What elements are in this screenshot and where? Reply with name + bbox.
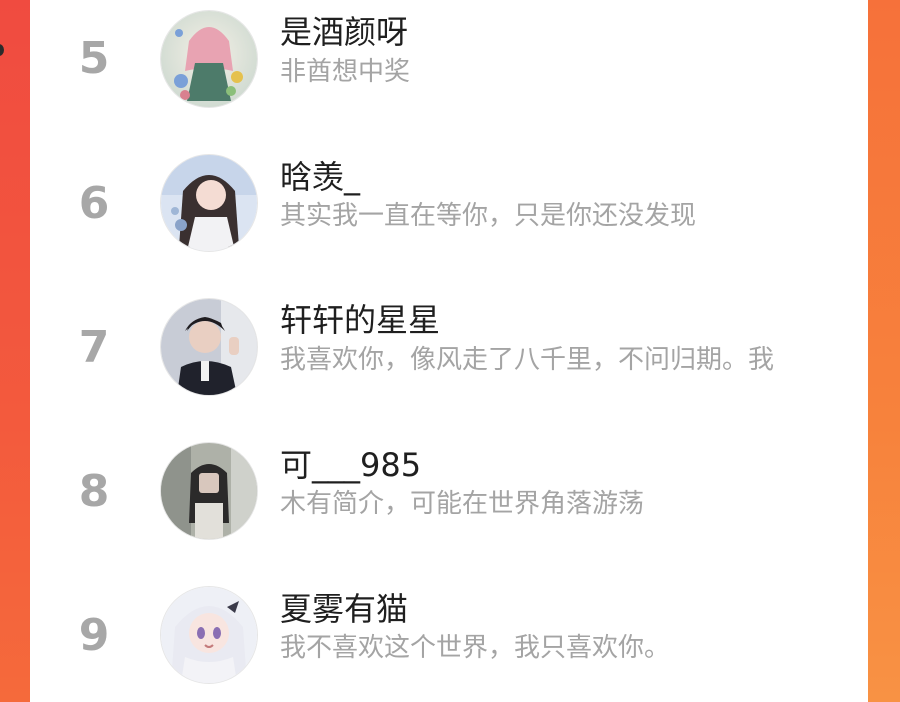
user-bio: 其实我一直在等你，只是你还没发现 (280, 201, 697, 231)
avatar[interactable] (160, 154, 258, 252)
user-name[interactable]: 是酒颜呀 (280, 14, 408, 50)
rank-number: 8 (78, 466, 110, 517)
leaderboard-list: 5 是酒颜呀 非酋想中奖 6 晗羡_ 其实我一直在等你，只是你还没发现 7 轩轩… (30, 0, 868, 702)
list-item[interactable]: 6 晗羡_ 其实我一直在等你，只是你还没发现 (30, 144, 868, 264)
user-bio: 我不喜欢这个世界，我只喜欢你。 (280, 633, 671, 663)
user-bio: 我喜欢你，像风走了八千里，不问归期。我 (280, 345, 775, 375)
avatar-anime-girl-flowers-icon (161, 11, 257, 107)
avatar[interactable] (160, 586, 258, 684)
right-frame-border (868, 0, 900, 702)
leaderboard-panel: 5 是酒颜呀 非酋想中奖 6 晗羡_ 其实我一直在等你，只是你还没发现 7 轩轩… (30, 0, 868, 702)
rank-number: 5 (78, 33, 110, 84)
rank-number: 7 (78, 322, 110, 373)
user-name[interactable]: 轩轩的星星 (280, 302, 440, 338)
user-bio: 非酋想中奖 (280, 57, 411, 87)
avatar-girl-photo-icon (161, 443, 257, 539)
edge-mark (0, 44, 4, 56)
list-item[interactable]: 7 轩轩的星星 我喜欢你，像风走了八千里，不问归期。我 (30, 288, 868, 408)
avatar[interactable] (160, 298, 258, 396)
avatar-anime-girl-white-hair-icon (161, 587, 257, 683)
avatar-boy-photo-icon (161, 299, 257, 395)
user-name[interactable]: 夏雾有猫 (280, 591, 408, 627)
rank-number: 6 (78, 178, 110, 229)
rank-number: 9 (78, 610, 110, 661)
list-item[interactable]: 5 是酒颜呀 非酋想中奖 (30, 0, 868, 120)
left-frame-border (0, 0, 30, 702)
list-item[interactable]: 8 可___985 木有简介，可能在世界角落游荡 (30, 432, 868, 552)
list-item[interactable]: 9 夏雾有猫 我不喜欢这个世界，我只喜欢你。 (30, 576, 868, 696)
avatar[interactable] (160, 10, 258, 108)
avatar[interactable] (160, 442, 258, 540)
user-bio: 木有简介，可能在世界角落游荡 (280, 489, 645, 519)
user-name[interactable]: 可___985 (280, 447, 421, 483)
user-name[interactable]: 晗羡_ (280, 159, 360, 195)
avatar-anime-girl-dark-hair-icon (161, 155, 257, 251)
